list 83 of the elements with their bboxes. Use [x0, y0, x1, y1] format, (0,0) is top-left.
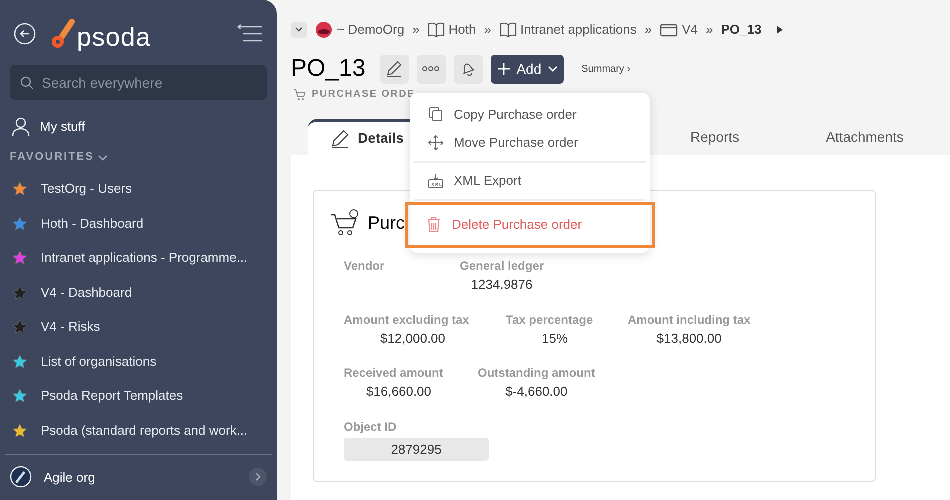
- logo-text: psoda: [77, 24, 152, 50]
- favourite-link[interactable]: TestOrg - Users: [41, 179, 132, 199]
- caret-right-icon: [776, 25, 784, 35]
- star-icon: [12, 319, 28, 336]
- logo-icon: [50, 18, 76, 50]
- field-value: 15%: [540, 330, 570, 348]
- star-icon: [12, 181, 28, 198]
- back-icon[interactable]: [14, 23, 36, 45]
- favourite-link[interactable]: Psoda (standard reports and work...: [41, 420, 248, 440]
- object-type-label: PURCHASE ORDE: [312, 88, 416, 102]
- dropdown-button[interactable]: [291, 22, 307, 38]
- favourite-link[interactable]: List of organisations: [41, 352, 157, 372]
- breadcrumb-link[interactable]: ~ DemoOrg: [337, 20, 405, 40]
- tab[interactable]: Attachments: [790, 119, 940, 155]
- folder-icon: [660, 23, 678, 37]
- field-value: 1234.9876: [470, 276, 534, 294]
- favourite-link[interactable]: V4 - Dashboard: [41, 282, 132, 302]
- more-icon: [422, 66, 440, 72]
- page-title: PO_13: [291, 57, 366, 81]
- breadcrumb-link[interactable]: Hoth: [448, 20, 476, 40]
- chevron-down-icon: [295, 27, 303, 33]
- breadcrumb-link[interactable]: V4: [682, 20, 698, 40]
- more-button[interactable]: [416, 54, 446, 84]
- menu-item[interactable]: XML Export: [410, 167, 650, 195]
- section-heading: FAVOURITES: [10, 150, 94, 166]
- field-value: $12,000.00: [379, 330, 447, 348]
- field-label: Vendor: [344, 258, 386, 275]
- xml-file-icon: [428, 173, 444, 189]
- field-value: $-4,660.00: [504, 383, 569, 401]
- user-icon: [12, 116, 30, 137]
- favourite-link[interactable]: Intranet applications - Programme...: [41, 248, 248, 268]
- org-logo-icon: [10, 466, 32, 488]
- chevron-down-icon: [98, 154, 108, 162]
- menu-item[interactable]: Delete Purchase order: [408, 205, 652, 245]
- favourite-link[interactable]: Hoth - Dashboard: [41, 214, 144, 234]
- chevron-down-icon: [548, 66, 558, 72]
- field-value: $13,800.00: [656, 330, 723, 348]
- star-icon: [12, 216, 28, 232]
- book-icon: [428, 22, 445, 38]
- plus-icon: [496, 62, 511, 76]
- star-icon: [12, 354, 28, 370]
- move-icon: [428, 135, 444, 151]
- copy-icon: [428, 107, 444, 123]
- breadcrumb-link[interactable]: Intranet applications: [520, 20, 637, 40]
- search-field[interactable]: Search everywhere: [10, 65, 267, 100]
- star-icon: [12, 250, 28, 266]
- edit-button[interactable]: [380, 54, 409, 84]
- search-icon: [20, 76, 34, 90]
- field-label: Amount including tax: [628, 312, 751, 328]
- field-value: $16,660.00: [365, 383, 433, 401]
- separator-text: »: [412, 21, 420, 40]
- chevron-right-icon: [249, 468, 267, 486]
- field-label: Tax percentage: [506, 312, 594, 328]
- org-avatar-icon: [315, 21, 333, 39]
- collapse-menu-icon[interactable]: [235, 24, 263, 44]
- card-title: Purc: [368, 212, 406, 234]
- trash-icon: [426, 217, 442, 233]
- book-icon: [500, 22, 516, 38]
- star-icon: [12, 284, 28, 301]
- cart-icon: [293, 88, 307, 100]
- field-label: Amount excluding tax: [344, 312, 470, 328]
- star-icon: [12, 422, 28, 439]
- add-button[interactable]: Add: [490, 54, 564, 84]
- bell-button[interactable]: [454, 54, 483, 84]
- separator-text: »: [484, 21, 492, 40]
- favourite-link[interactable]: Psoda Report Templates: [41, 386, 184, 406]
- field-label: Outstanding amount: [478, 365, 596, 382]
- edit-icon: [385, 60, 404, 78]
- favourite-link[interactable]: V4 - Risks: [41, 317, 100, 337]
- readonly-field: 2879295: [344, 438, 489, 460]
- tab[interactable]: Reports: [660, 119, 770, 155]
- field-label: Received amount: [344, 365, 444, 382]
- field-label: Object ID: [344, 418, 398, 436]
- my-stuff-link[interactable]: My stuff: [40, 116, 86, 136]
- org-switcher-link[interactable]: Agile org: [44, 468, 96, 488]
- pencil-icon: [330, 128, 350, 148]
- separator-text: »: [644, 21, 652, 40]
- separator-text: »: [706, 21, 714, 40]
- star-icon: [12, 388, 28, 404]
- cart-icon: [330, 209, 360, 237]
- breadcrumb-link[interactable]: PO_13: [721, 20, 762, 40]
- field-label: General ledger: [460, 258, 544, 275]
- summary-link[interactable]: Summary ›: [582, 62, 631, 76]
